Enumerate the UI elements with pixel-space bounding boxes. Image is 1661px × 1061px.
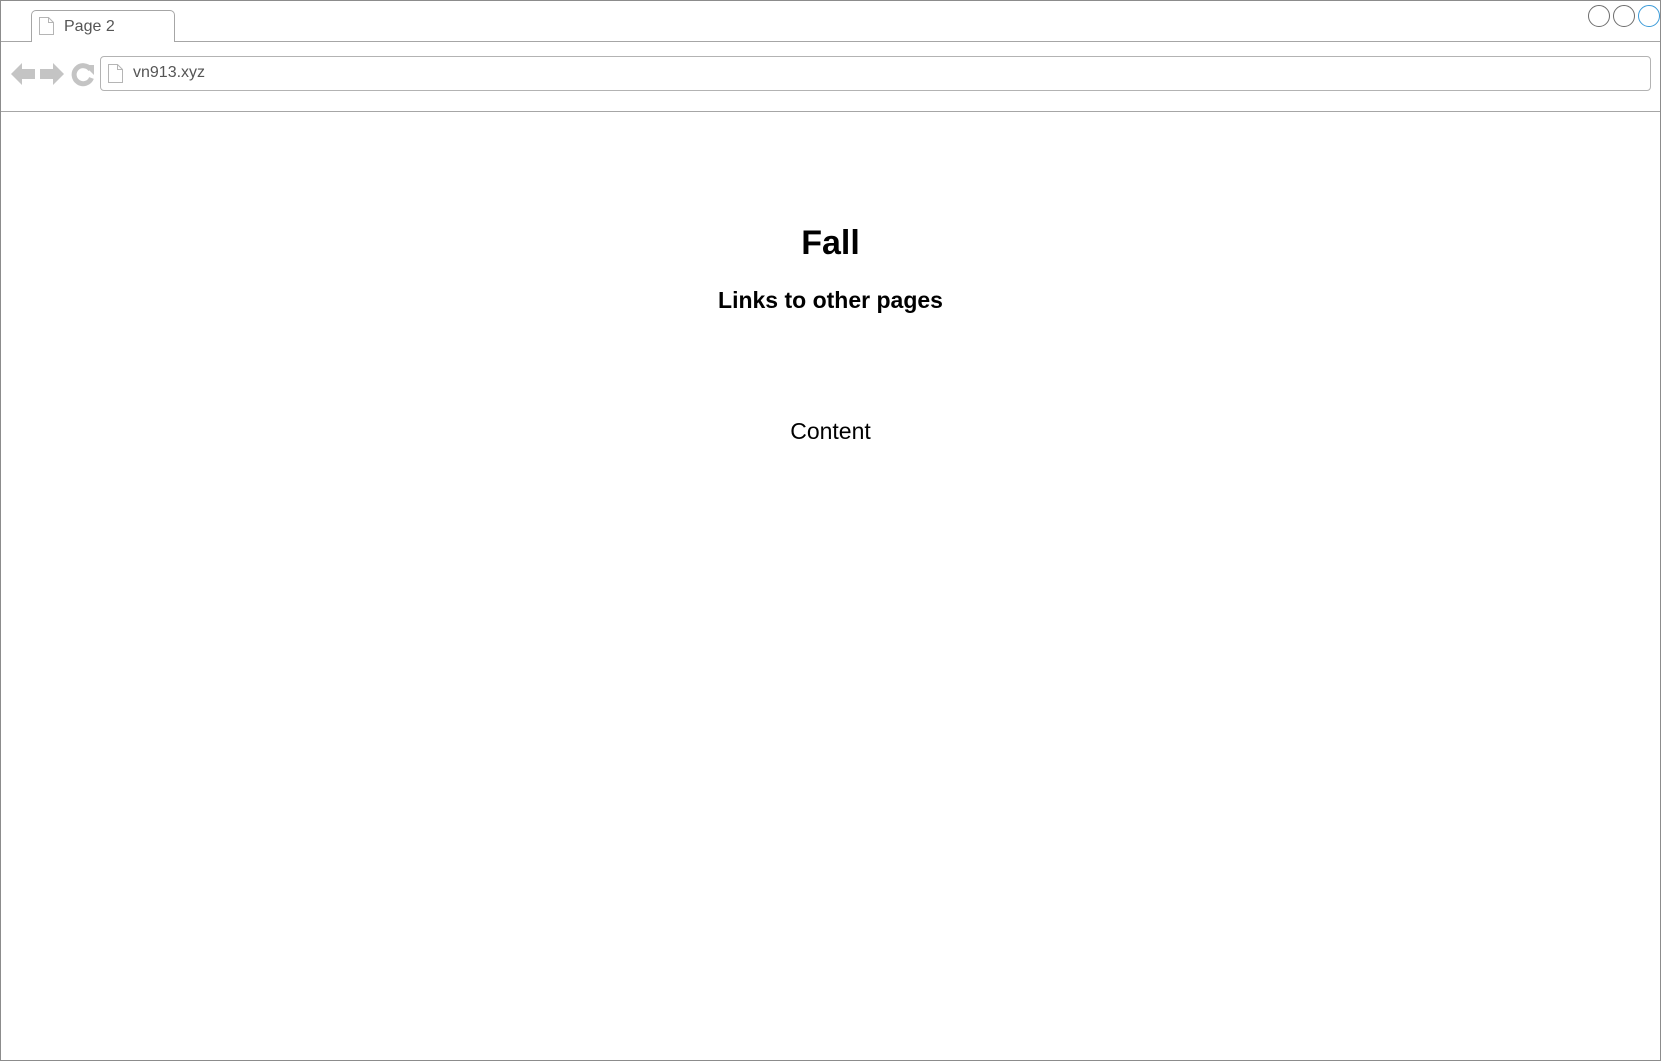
tab-page-2[interactable]: Page 2: [31, 10, 175, 42]
page-icon: [108, 64, 123, 83]
browser-window: Page 2 vn913.xyz Fall Links to other pag…: [0, 0, 1661, 1061]
page-content: Fall Links to other pages Content: [1, 112, 1660, 1060]
tab-strip: Page 2: [1, 1, 1660, 42]
page-title: Fall: [801, 224, 860, 262]
minimize-button[interactable]: [1588, 5, 1610, 27]
browser-toolbar: vn913.xyz: [1, 42, 1660, 112]
close-button[interactable]: [1638, 5, 1660, 27]
page-icon: [39, 17, 54, 35]
content-text: Content: [790, 418, 871, 444]
links-heading: Links to other pages: [718, 287, 943, 313]
address-text[interactable]: vn913.xyz: [133, 64, 205, 82]
maximize-button[interactable]: [1613, 5, 1635, 27]
forward-arrow-icon[interactable]: [39, 61, 65, 87]
address-bar[interactable]: vn913.xyz: [100, 56, 1651, 91]
tab-title: Page 2: [64, 18, 115, 35]
reload-icon[interactable]: [70, 61, 96, 87]
window-controls: [1588, 5, 1660, 27]
back-arrow-icon[interactable]: [10, 61, 36, 87]
